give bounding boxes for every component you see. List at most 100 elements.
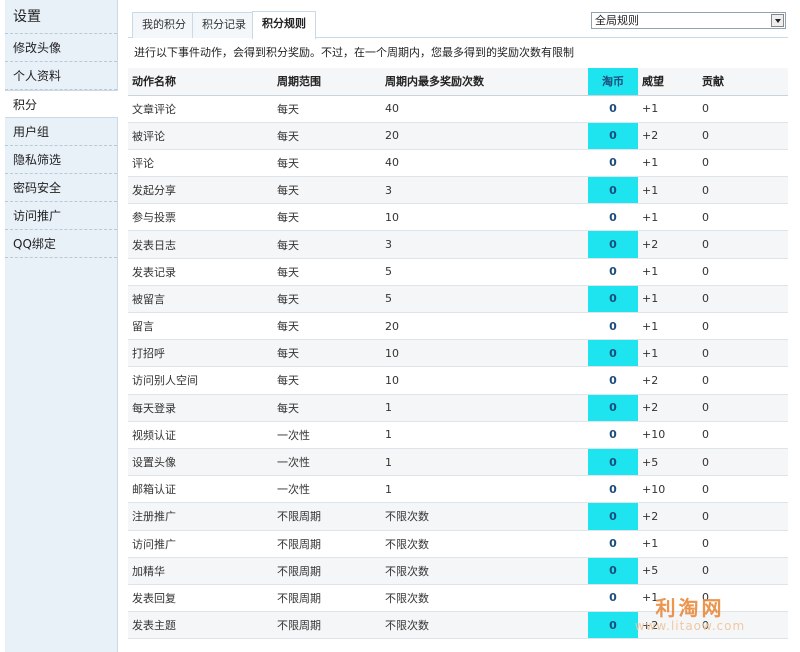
cell-prestige: +10 — [638, 475, 698, 504]
cell-period: 一次性 — [273, 421, 381, 449]
cell-contribution: 0 — [698, 258, 788, 286]
cell-action-name: 发表日志 — [128, 230, 273, 259]
cell-period: 不限周期 — [273, 584, 381, 613]
cell-period: 每天 — [273, 312, 381, 341]
cell-max-rewards: 10 — [381, 366, 588, 395]
cell-period: 不限周期 — [273, 502, 381, 531]
cell-prestige: +2 — [638, 122, 698, 150]
cell-contribution: 0 — [698, 366, 788, 395]
cell-period: 每天 — [273, 258, 381, 286]
sidebar-item-avatar[interactable]: 修改头像 — [5, 34, 117, 62]
sidebar-item-qq-binding[interactable]: QQ绑定 — [5, 230, 117, 258]
cell-taobi: 0 — [588, 557, 638, 585]
cell-max-rewards: 不限次数 — [381, 502, 588, 531]
cell-period: 不限周期 — [273, 530, 381, 558]
cell-taobi: 0 — [588, 584, 638, 613]
cell-action-name: 发起分享 — [128, 176, 273, 205]
cell-max-rewards: 不限次数 — [381, 530, 588, 558]
cell-max-rewards: 10 — [381, 339, 588, 368]
table-row: 设置头像 一次性 1 0 +5 0 — [128, 448, 788, 477]
cell-prestige: +5 — [638, 557, 698, 585]
table-row: 打招呼 每天 10 0 +1 0 — [128, 339, 788, 368]
header-prestige: 威望 — [638, 68, 698, 96]
cell-action-name: 文章评论 — [128, 95, 273, 123]
cell-contribution: 0 — [698, 421, 788, 449]
table-row: 评论 每天 40 0 +1 0 — [128, 149, 788, 178]
cell-contribution: 0 — [698, 230, 788, 259]
cell-contribution: 0 — [698, 557, 788, 585]
cell-taobi: 0 — [588, 530, 638, 558]
cell-action-name: 打招呼 — [128, 339, 273, 368]
cell-period: 每天 — [273, 149, 381, 178]
table-row: 发表回复 不限周期 不限次数 0 +1 0 — [128, 584, 788, 613]
cell-period: 每天 — [273, 394, 381, 422]
cell-contribution: 0 — [698, 339, 788, 368]
cell-action-name: 发表回复 — [128, 584, 273, 613]
cell-max-rewards: 20 — [381, 122, 588, 150]
sidebar-item-privacy[interactable]: 隐私筛选 — [5, 146, 117, 174]
table-row: 访问推广 不限周期 不限次数 0 +1 0 — [128, 530, 788, 558]
cell-contribution: 0 — [698, 122, 788, 150]
table-row: 文章评论 每天 40 0 +1 0 — [128, 95, 788, 123]
cell-taobi: 0 — [588, 285, 638, 314]
cell-action-name: 评论 — [128, 149, 273, 178]
cell-taobi: 0 — [588, 230, 638, 259]
chevron-down-icon[interactable] — [771, 14, 784, 27]
cell-action-name: 邮箱认证 — [128, 475, 273, 504]
cell-max-rewards: 1 — [381, 475, 588, 504]
cell-taobi: 0 — [588, 203, 638, 232]
scope-select[interactable]: 全局规则 — [591, 12, 786, 29]
cell-prestige: +2 — [638, 502, 698, 531]
table-row: 留言 每天 20 0 +1 0 — [128, 312, 788, 341]
tab-credit-rules[interactable]: 积分规则 — [252, 11, 316, 39]
sidebar-item-profile[interactable]: 个人资料 — [5, 62, 117, 90]
cell-action-name: 访问别人空间 — [128, 366, 273, 395]
cell-period: 不限周期 — [273, 557, 381, 585]
header-taobi: 淘币 — [588, 68, 638, 96]
cell-prestige: +1 — [638, 95, 698, 123]
cell-contribution: 0 — [698, 475, 788, 504]
cell-period: 每天 — [273, 230, 381, 259]
cell-action-name: 每天登录 — [128, 394, 273, 422]
table-row: 发表主题 不限周期 不限次数 0 +2 0 — [128, 611, 788, 640]
table-row: 每天登录 每天 1 0 +2 0 — [128, 394, 788, 422]
cell-max-rewards: 40 — [381, 149, 588, 178]
cell-prestige: +1 — [638, 258, 698, 286]
cell-taobi: 0 — [588, 95, 638, 123]
cell-taobi: 0 — [588, 312, 638, 341]
cell-period: 每天 — [273, 176, 381, 205]
intro-text: 进行以下事件动作，会得到积分奖励。不过，在一个周期内，您最多得到的奖励次数有限制 — [134, 46, 574, 59]
cell-max-rewards: 20 — [381, 312, 588, 341]
cell-action-name: 被评论 — [128, 122, 273, 150]
table-row: 注册推广 不限周期 不限次数 0 +2 0 — [128, 502, 788, 531]
cell-max-rewards: 10 — [381, 203, 588, 232]
sidebar-item-promotion[interactable]: 访问推广 — [5, 202, 117, 230]
cell-prestige: +1 — [638, 176, 698, 205]
header-max-rewards: 周期内最多奖励次数 — [381, 68, 588, 96]
cell-action-name: 注册推广 — [128, 502, 273, 531]
table-row: 访问别人空间 每天 10 0 +2 0 — [128, 366, 788, 395]
tab-my-credits[interactable]: 我的积分 — [132, 12, 196, 38]
cell-taobi: 0 — [588, 366, 638, 395]
cell-action-name: 留言 — [128, 312, 273, 341]
cell-max-rewards: 3 — [381, 176, 588, 205]
cell-action-name: 视频认证 — [128, 421, 273, 449]
table-header-row: 动作名称 周期范围 周期内最多奖励次数 淘币 威望 贡献 — [128, 68, 788, 96]
cell-contribution: 0 — [698, 95, 788, 123]
cell-contribution: 0 — [698, 203, 788, 232]
table-row: 邮箱认证 一次性 1 0 +10 0 — [128, 475, 788, 504]
sidebar-item-usergroup[interactable]: 用户组 — [5, 118, 117, 146]
cell-max-rewards: 3 — [381, 230, 588, 259]
table-row: 参与投票 每天 10 0 +1 0 — [128, 203, 788, 232]
cell-action-name: 加精华 — [128, 557, 273, 585]
cell-taobi: 0 — [588, 122, 638, 150]
sidebar-item-password[interactable]: 密码安全 — [5, 174, 117, 202]
sidebar-item-credits[interactable]: 积分 — [5, 90, 118, 118]
cell-prestige: +2 — [638, 230, 698, 259]
cell-taobi: 0 — [588, 339, 638, 368]
tab-credit-log[interactable]: 积分记录 — [192, 12, 256, 38]
cell-period: 不限周期 — [273, 611, 381, 640]
main-content: 我的积分 积分记录 积分规则 全局规则 进行以下事件动作，会得到积分奖励。不过，… — [128, 0, 788, 640]
header-contribution: 贡献 — [698, 68, 788, 96]
cell-max-rewards: 1 — [381, 394, 588, 422]
